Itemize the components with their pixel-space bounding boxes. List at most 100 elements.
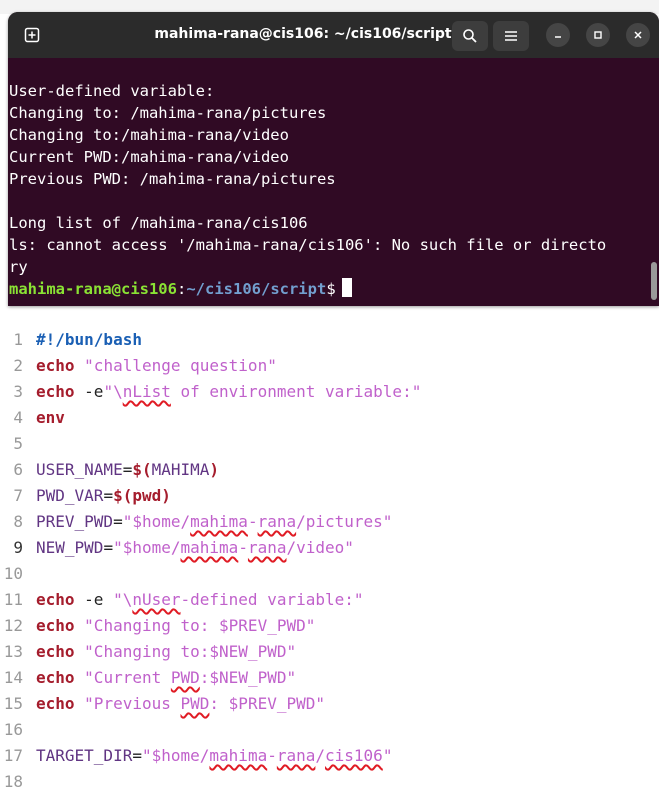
code-token: -: [267, 746, 277, 765]
code-line[interactable]: 13 echo "Changing to:$NEW_PWD": [0, 640, 659, 666]
code-text: echo -e"\nList of environment variable:": [36, 380, 421, 404]
code-token: pwd: [132, 486, 162, 505]
code-token: -defined variable:": [180, 590, 364, 609]
code-token: ): [209, 460, 220, 479]
code-token: echo: [36, 590, 75, 609]
misspelled-token: cis106: [325, 746, 383, 765]
code-token: -: [238, 538, 248, 557]
terminal-titlebar[interactable]: mahima-rana@cis106: ~/cis106/script: [8, 12, 659, 58]
code-token: -e: [74, 382, 104, 401]
code-line[interactable]: 18: [0, 770, 659, 796]
code-line[interactable]: 9 NEW_PWD="$home/mahima-rana/video": [0, 536, 659, 562]
code-editor[interactable]: 1 #!/bun/bash 2 echo "challenge question" 3 e…: [0, 328, 659, 791]
code-text: echo "Current PWD:$NEW_PWD": [36, 666, 296, 690]
code-line[interactable]: 12 echo "Changing to: $PREV_PWD": [0, 614, 659, 640]
terminal-line: Previous PWD: /mahima-rana/pictures: [9, 170, 336, 188]
code-token: -e: [74, 590, 114, 609]
prompt-path: ~/cis106/script: [186, 280, 327, 298]
close-button[interactable]: [626, 23, 650, 47]
line-number: 3: [13, 382, 23, 401]
code-line[interactable]: 1 #!/bun/bash: [0, 328, 659, 354]
code-token: /video": [286, 538, 354, 557]
maximize-icon: [594, 31, 602, 39]
code-text: echo "Changing to:$NEW_PWD": [36, 640, 296, 664]
code-token: $(: [132, 460, 152, 479]
code-line[interactable]: 16: [0, 718, 659, 744]
terminal-prompt-line[interactable]: mahima-rana@cis106:~/cis106/script$: [9, 278, 649, 300]
code-line[interactable]: 8 PREV_PWD="$home/mahima-rana/pictures": [0, 510, 659, 536]
prompt-colon: :: [176, 280, 187, 298]
code-token: =: [122, 460, 133, 479]
code-text: #!/bun/bash: [36, 328, 142, 352]
terminal-line: Current PWD:/mahima-rana/video: [9, 148, 289, 166]
code-line[interactable]: 6 USER_NAME=$(MAHIMA): [0, 458, 659, 484]
code-token: "challenge question": [84, 356, 277, 375]
code-line[interactable]: 11 echo -e "\nUser-defined variable:": [0, 588, 659, 614]
code-token: :$NEW_PWD": [199, 668, 297, 687]
minimize-button[interactable]: [546, 23, 570, 47]
code-line[interactable]: 14 echo "Current PWD:$NEW_PWD": [0, 666, 659, 692]
menu-button[interactable]: [493, 21, 529, 51]
line-number: 16: [3, 720, 23, 739]
misspelled-token: nUser: [132, 590, 181, 609]
code-token: NEW_PWD: [36, 538, 104, 557]
text-cursor: [341, 278, 352, 297]
code-text: PWD_VAR=$(pwd): [36, 484, 171, 508]
code-text: echo -e "\nUser-defined variable:": [36, 588, 364, 612]
terminal-scrollbar[interactable]: [651, 262, 657, 300]
code-token: "Changing to: $PREV_PWD": [84, 616, 316, 635]
code-line[interactable]: 15 echo "Previous PWD: $PREV_PWD": [0, 692, 659, 718]
search-button[interactable]: [452, 21, 488, 51]
line-number: 4: [13, 408, 23, 427]
minimize-icon: [555, 36, 561, 38]
code-line[interactable]: 5: [0, 432, 659, 458]
code-line[interactable]: 4 env: [0, 406, 659, 432]
new-tab-icon: [24, 27, 40, 43]
misspelled-token: PWD: [170, 668, 200, 687]
line-number: 5: [13, 434, 23, 453]
terminal-output[interactable]: User-defined variable: Changing to: /mahi…: [8, 58, 649, 306]
code-line[interactable]: 17 TARGET_DIR="$home/mahima-rana/cis106": [0, 744, 659, 770]
code-line[interactable]: 3 echo -e"\nList of environment variable:…: [0, 380, 659, 406]
misspelled-token: rana: [276, 746, 316, 765]
code-text: env: [36, 406, 65, 430]
code-token: ": [382, 746, 393, 765]
line-number: 18: [3, 772, 23, 791]
terminal-line: ls: cannot access '/mahima-rana/cis106':…: [9, 236, 607, 254]
terminal-line: Changing to: /mahima-rana/pictures: [9, 104, 327, 122]
terminal-line: ry: [9, 258, 28, 276]
misspelled-token: rana: [247, 538, 287, 557]
code-line[interactable]: 7 PWD_VAR=$(pwd): [0, 484, 659, 510]
misspelled-token: mahima: [180, 538, 239, 557]
code-line[interactable]: 2 echo "challenge question": [0, 354, 659, 380]
code-token: "$home/: [141, 746, 210, 765]
line-number: 8: [13, 512, 23, 531]
misspelled-token: mahima: [190, 512, 248, 531]
code-token: "Changing to:$NEW_PWD": [84, 642, 297, 661]
search-icon: [463, 29, 477, 43]
code-text: TARGET_DIR="$home/mahima-rana/cis106": [36, 744, 392, 768]
code-text: PREV_PWD="$home/mahima-rana/pictures": [36, 510, 392, 534]
prompt-symbol: $: [326, 280, 336, 298]
code-token: "$home/: [122, 512, 191, 531]
code-token: echo: [36, 356, 75, 375]
line-number: 13: [3, 642, 23, 661]
maximize-button[interactable]: [586, 23, 610, 47]
window-title: mahima-rana@cis106: ~/cis106/script: [154, 26, 452, 42]
code-text: USER_NAME=$(MAHIMA): [36, 458, 219, 482]
terminal-line: Changing to:/mahima-rana/video: [9, 126, 289, 144]
code-token: "Current: [84, 668, 171, 687]
line-number: 1: [13, 330, 23, 349]
terminal-line: Long list of /mahima-rana/cis106: [9, 214, 308, 232]
code-token: ): [161, 486, 171, 505]
code-token: of environment variable:": [170, 382, 422, 401]
terminal-window[interactable]: mahima-rana@cis106: ~/cis106/script User…: [8, 12, 659, 306]
code-token: =: [132, 746, 142, 765]
code-token: $(: [113, 486, 133, 505]
new-tab-button[interactable]: [18, 21, 46, 49]
code-line[interactable]: 10: [0, 562, 659, 588]
